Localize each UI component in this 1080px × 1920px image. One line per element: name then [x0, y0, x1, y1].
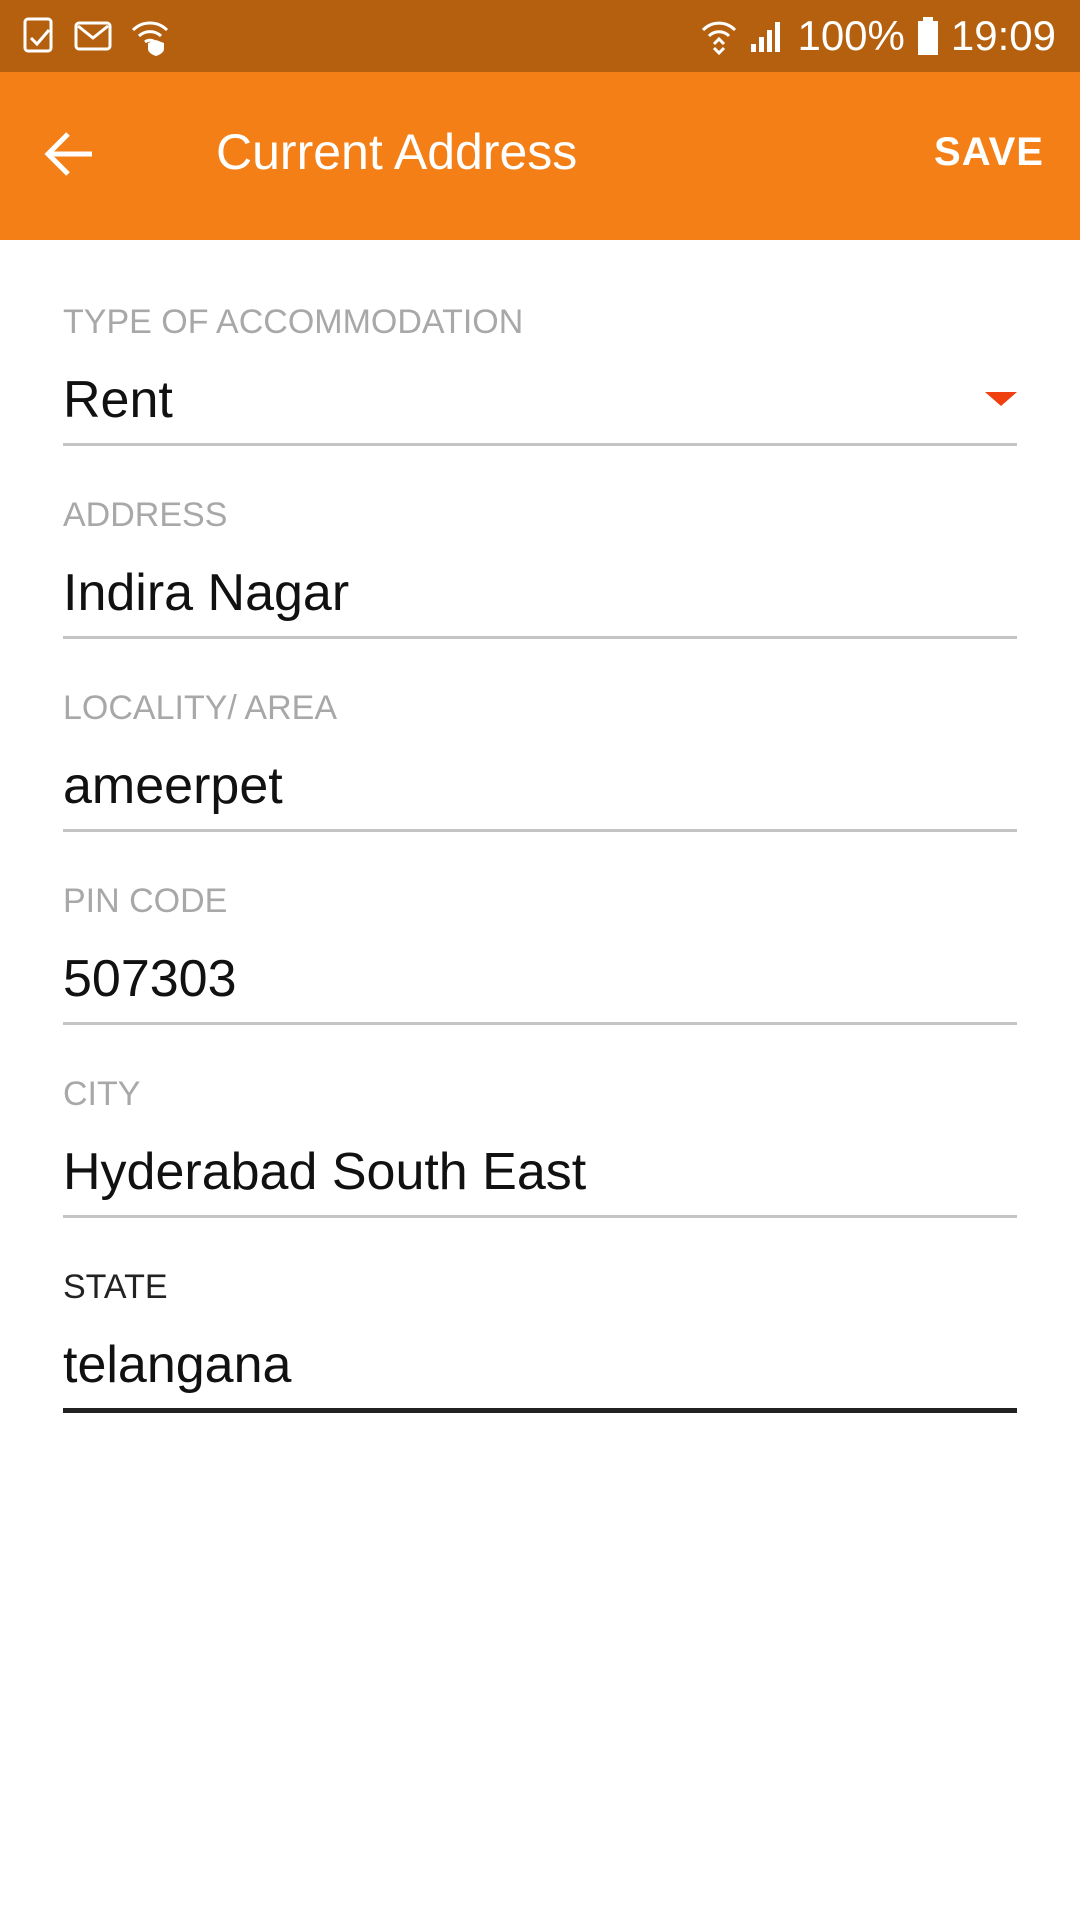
field-label: ADDRESS	[63, 496, 228, 534]
status-bar: 100% 19:09	[0, 0, 1080, 72]
field-label: TYPE OF ACCOMMODATION	[63, 303, 524, 341]
status-left-icons	[22, 16, 170, 56]
battery-icon	[917, 16, 939, 56]
accommodation-type-select[interactable]: Rent	[63, 368, 173, 432]
gmail-icon	[74, 19, 112, 53]
address-input[interactable]: Indira Nagar	[63, 561, 349, 625]
field-label: PIN CODE	[63, 882, 228, 920]
page-title: Current Address	[216, 124, 578, 180]
pin-code-field[interactable]: PIN CODE 507303	[63, 881, 1017, 1071]
wifi-arrows-icon	[701, 16, 737, 56]
state-field[interactable]: STATE telangana	[63, 1267, 1017, 1457]
field-label: STATE	[63, 1268, 168, 1306]
dropdown-arrow-icon[interactable]	[985, 392, 1017, 406]
wifi-shield-icon	[130, 16, 170, 56]
city-field[interactable]: CITY Hyderabad South East	[63, 1074, 1017, 1264]
field-underline	[63, 636, 1017, 639]
locality-input[interactable]: ameerpet	[63, 754, 283, 818]
pin-code-input[interactable]: 507303	[63, 947, 237, 1011]
state-input[interactable]: telangana	[63, 1333, 291, 1397]
back-button[interactable]	[30, 116, 110, 196]
app-bar: Current Address SAVE	[0, 72, 1080, 240]
phone-check-icon	[22, 16, 56, 56]
field-underline	[63, 1022, 1017, 1025]
address-field[interactable]: ADDRESS Indira Nagar	[63, 495, 1017, 685]
save-button[interactable]: SAVE	[934, 124, 1044, 180]
accommodation-type-field[interactable]: TYPE OF ACCOMMODATION Rent	[63, 302, 1017, 492]
field-label: CITY	[63, 1075, 141, 1113]
city-input[interactable]: Hyderabad South East	[63, 1140, 586, 1204]
locality-field[interactable]: LOCALITY/ AREA ameerpet	[63, 688, 1017, 878]
status-right-icons: 100% 19:09	[701, 0, 1056, 72]
field-underline-focused	[63, 1408, 1017, 1413]
field-underline	[63, 1215, 1017, 1218]
status-time: 19:09	[950, 12, 1056, 59]
field-label: LOCALITY/ AREA	[63, 689, 337, 727]
signal-icon	[749, 18, 785, 54]
arrow-left-icon	[44, 131, 96, 182]
battery-text: 100%	[797, 12, 905, 59]
field-underline	[63, 829, 1017, 832]
field-underline	[63, 443, 1017, 446]
